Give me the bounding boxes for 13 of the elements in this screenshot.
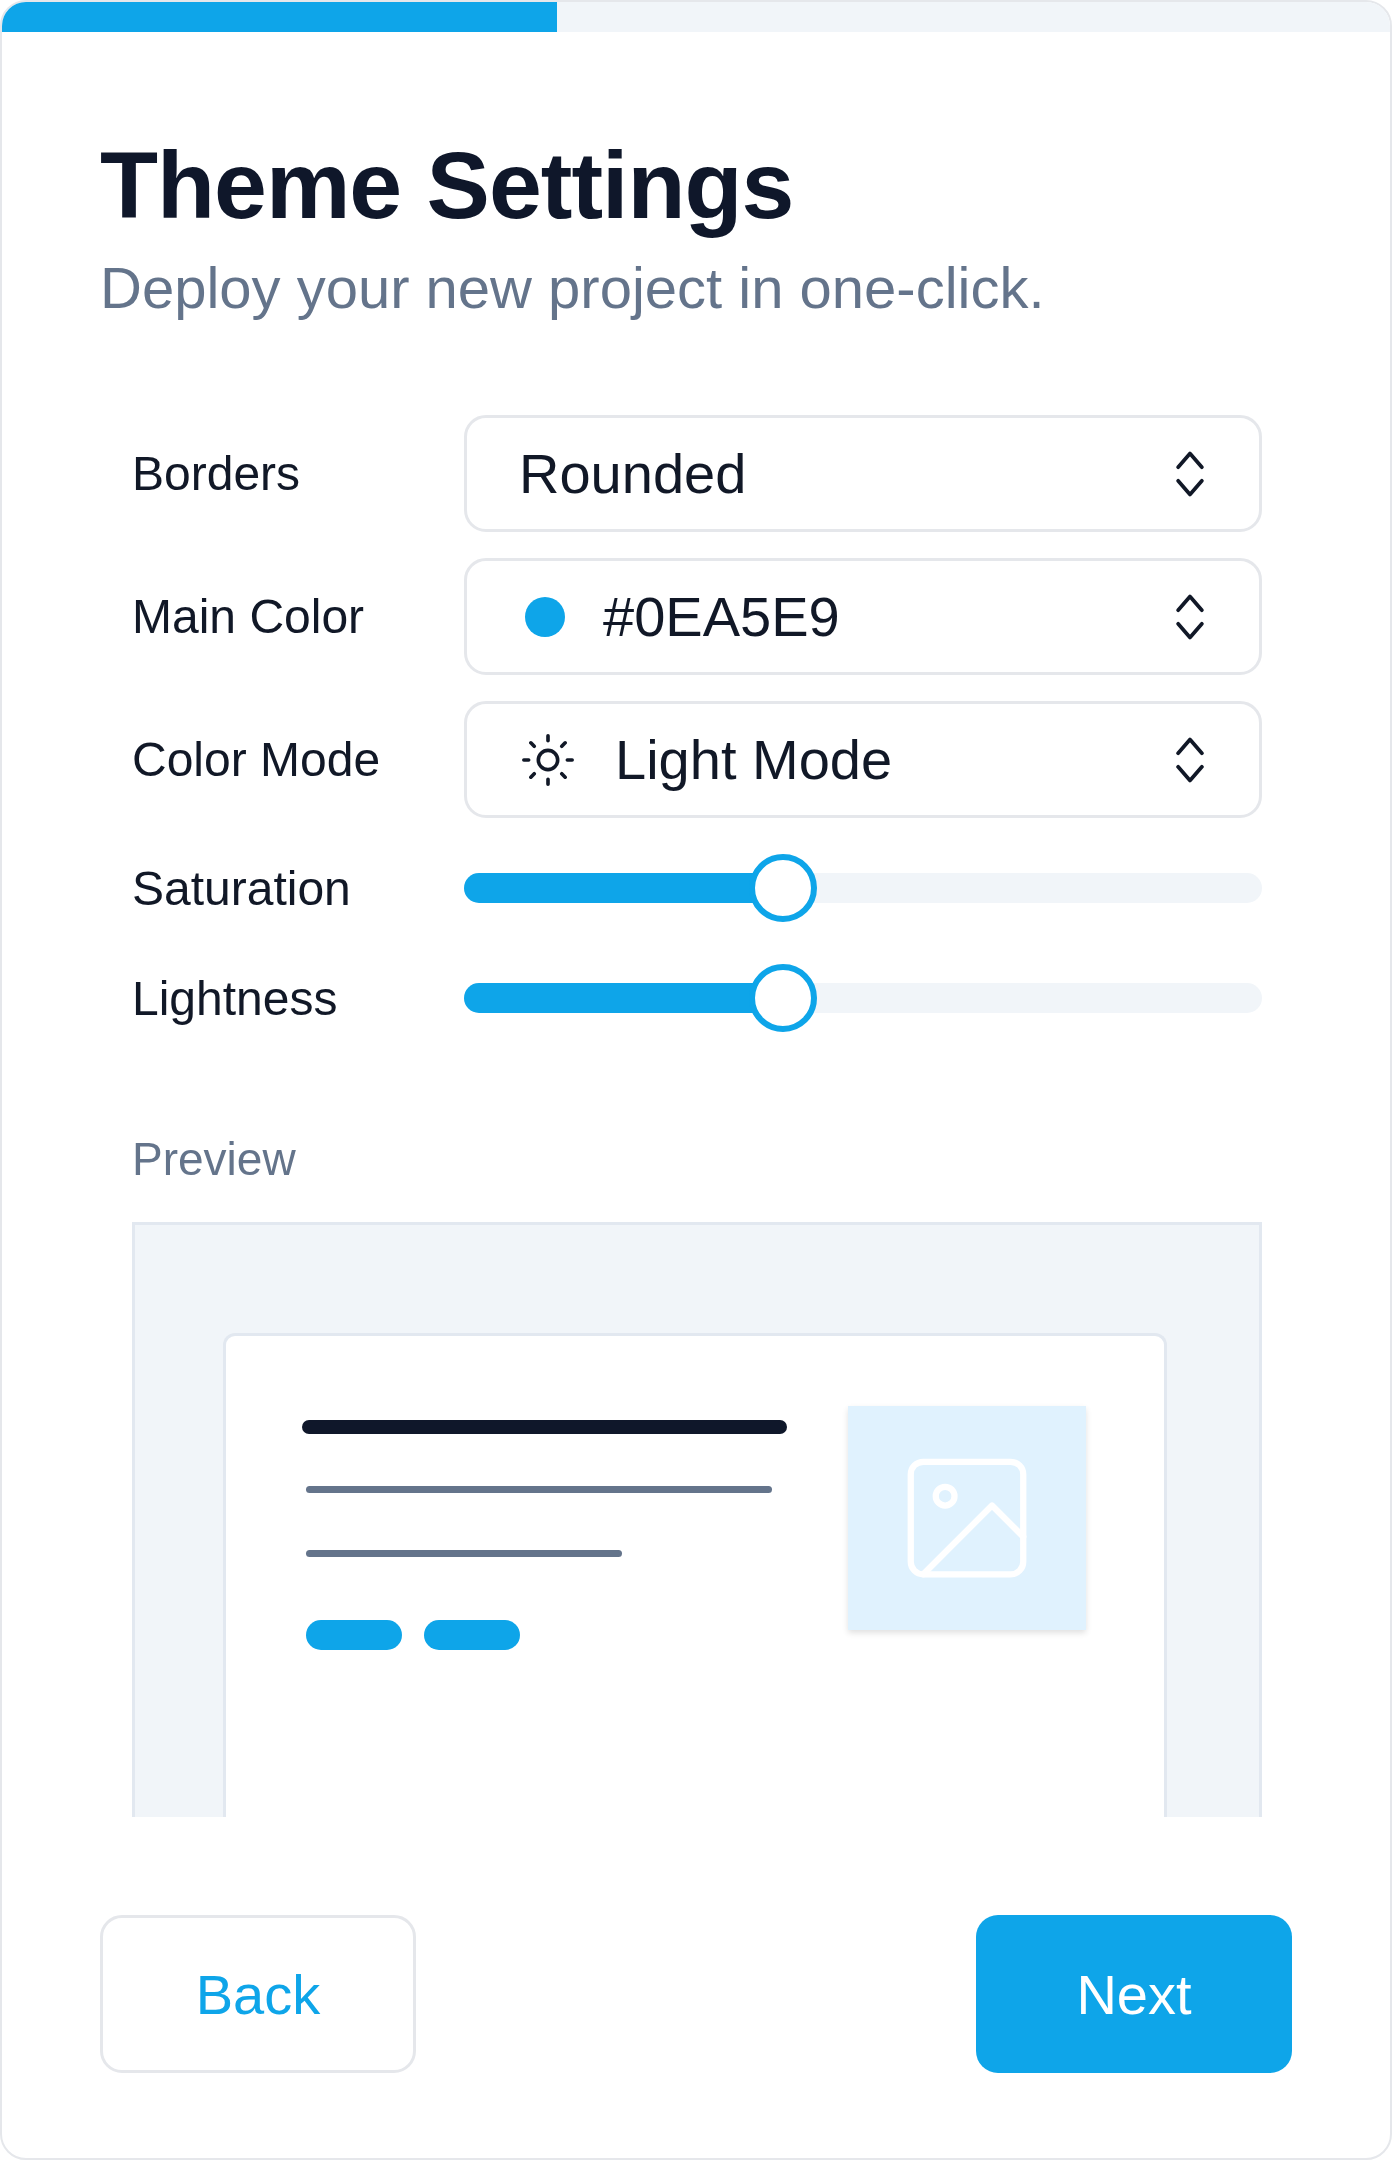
slider[interactable] xyxy=(464,964,1262,1033)
select-field[interactable]: Light Mode xyxy=(464,701,1262,819)
field-label: Saturation xyxy=(132,860,352,916)
select-field[interactable]: #0EA5E9 xyxy=(464,558,1262,676)
field-label: Main Color xyxy=(132,589,366,645)
select-field[interactable]: Rounded xyxy=(464,415,1262,533)
preview-label: Preview xyxy=(132,1132,297,1187)
slider[interactable] xyxy=(464,854,1262,923)
field-label: Borders xyxy=(132,446,302,502)
page-subtitle: Deploy your new project in one-click. xyxy=(100,254,1046,322)
field-label: Lightness xyxy=(132,970,339,1026)
page-title: Theme Settings xyxy=(100,131,795,240)
field-label: Color Mode xyxy=(132,732,382,788)
